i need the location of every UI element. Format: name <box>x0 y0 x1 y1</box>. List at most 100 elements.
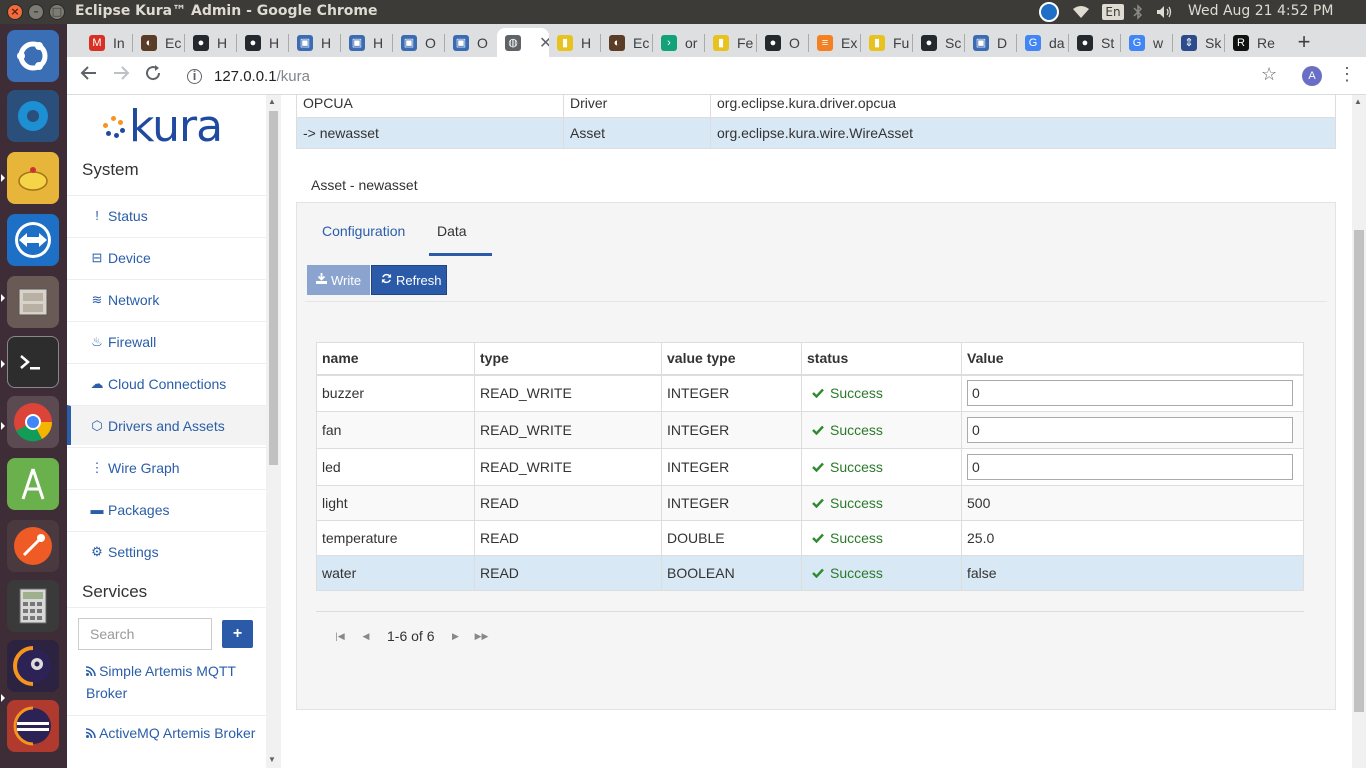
browser-tab[interactable]: ● H <box>185 28 235 57</box>
browser-tab[interactable]: ▮ Fu <box>861 28 911 57</box>
calculator-app-icon[interactable] <box>7 580 59 632</box>
table-row[interactable]: led READ_WRITE INTEGER Success <box>316 448 1304 486</box>
browser-tab[interactable]: ▣ O <box>393 28 443 57</box>
browser-tab[interactable]: ≡ Ex <box>809 28 859 57</box>
column-header-type[interactable]: type <box>474 342 662 376</box>
browser-tab[interactable]: › or <box>653 28 703 57</box>
postman-app-icon[interactable] <box>7 520 59 572</box>
browser-tab[interactable]: ▣ H <box>341 28 391 57</box>
browser-tab[interactable]: Gw <box>1121 28 1171 57</box>
tab-close-icon[interactable]: ✕ <box>539 33 549 53</box>
bluetooth-icon[interactable] <box>1130 0 1146 24</box>
browser-tab[interactable]: ▣ D <box>965 28 1015 57</box>
eclipse-settings-app-icon[interactable] <box>7 640 59 692</box>
android-studio-app-icon[interactable] <box>7 458 59 510</box>
cell-value-type: DOUBLE <box>661 520 802 556</box>
column-header-value[interactable]: Value <box>961 342 1304 376</box>
site-info-icon[interactable]: i <box>187 68 202 84</box>
sidebar-item-cloud-connections[interactable]: ☁ Cloud Connections <box>67 363 266 403</box>
browser-tab[interactable]: ⇕ Sk <box>1173 28 1223 57</box>
teamviewer-app-icon[interactable] <box>7 214 59 266</box>
bookmark-star-icon[interactable]: ☆ <box>1261 64 1277 85</box>
window-maximize-button[interactable]: □ <box>49 4 65 20</box>
asset-factory: org.eclipse.kura.driver.opcua <box>710 95 1336 118</box>
table-row[interactable]: fan READ_WRITE INTEGER Success <box>316 411 1304 449</box>
column-header-name[interactable]: name <box>316 342 475 376</box>
browser-tab[interactable]: ◐ Ec <box>133 28 183 57</box>
profile-avatar[interactable]: A <box>1302 66 1322 86</box>
scroll-down-arrow-icon[interactable]: ▼ <box>268 755 276 764</box>
value-input[interactable] <box>967 417 1293 443</box>
keyboard-layout-indicator[interactable]: En <box>1102 0 1124 24</box>
last-page-icon[interactable]: ▶▶ <box>468 631 494 642</box>
first-page-icon[interactable]: |◀ <box>327 631 353 642</box>
file-cabinet-app-icon[interactable] <box>7 276 59 328</box>
services-search-input[interactable] <box>78 618 212 650</box>
address-bar[interactable]: i 127.0.0.1/kura <box>177 60 1297 92</box>
sidebar-item-network[interactable]: ≋ Network <box>67 279 266 319</box>
browser-tab[interactable]: ● St <box>1069 28 1119 57</box>
browser-tab[interactable]: ▮ H <box>549 28 599 57</box>
chrome-app-icon[interactable] <box>7 396 59 448</box>
write-button[interactable]: Write <box>307 265 370 295</box>
new-tab-button[interactable]: + <box>1292 28 1316 56</box>
sidebar-item-wire-graph[interactable]: ⋮ Wire Graph <box>67 447 266 487</box>
genie-lamp-app-icon[interactable] <box>7 152 59 204</box>
value-input[interactable] <box>967 380 1293 407</box>
browser-tab[interactable]: ◐ Ec <box>601 28 651 57</box>
browser-tab[interactable]: ▣ H <box>289 28 339 57</box>
column-header-value-type[interactable]: value type <box>661 342 802 376</box>
service-item[interactable]: ActiveMQ Artemis Broker <box>85 723 256 745</box>
browser-tab-active[interactable]: ◍ ✕ <box>497 28 549 57</box>
ubuntu-dash-icon[interactable] <box>7 30 59 82</box>
volume-icon[interactable] <box>1154 0 1176 24</box>
scroll-up-arrow-icon[interactable]: ▲ <box>268 97 276 106</box>
sidebar-item-packages[interactable]: ▬ Packages <box>67 489 266 529</box>
browser-tab[interactable]: ▣ O <box>445 28 495 57</box>
sidebar-item-firewall[interactable]: ♨ Firewall <box>67 321 266 361</box>
table-row-selected[interactable]: water READ BOOLEAN Success false <box>316 555 1304 591</box>
service-item[interactable]: Simple Artemis MQTT Broker <box>85 661 256 703</box>
previous-page-icon[interactable]: ◀ <box>353 631 379 642</box>
browser-tab[interactable]: ● H <box>237 28 287 57</box>
window-close-button[interactable]: × <box>7 4 23 20</box>
table-row[interactable]: temperature READ DOUBLE Success 25.0 <box>316 520 1304 556</box>
wifi-icon[interactable] <box>1070 0 1092 24</box>
asset-row-selected[interactable]: -> newasset Asset org.eclipse.kura.wire.… <box>296 117 1336 149</box>
browser-tab[interactable]: ● Sc <box>913 28 963 57</box>
terminal-app-icon[interactable] <box>7 336 59 388</box>
sidebar-item-drivers-and-assets[interactable]: ⬡ Drivers and Assets <box>67 405 266 445</box>
sidebar-scrollbar-thumb[interactable] <box>269 111 278 465</box>
asset-row[interactable]: OPCUA Driver org.eclipse.kura.driver.opc… <box>296 95 1336 118</box>
tab-data[interactable]: Data <box>437 223 467 239</box>
browser-tab[interactable]: Gda <box>1017 28 1067 57</box>
teamviewer-tray-icon[interactable] <box>1038 0 1060 24</box>
browser-tab[interactable]: ● O <box>757 28 807 57</box>
scroll-up-arrow-icon[interactable]: ▲ <box>1354 97 1362 106</box>
eclipse-ide-app-icon[interactable] <box>7 700 59 752</box>
sidebar-item-settings[interactable]: ⚙ Settings <box>67 531 266 571</box>
browser-tab[interactable]: ▮ Fe <box>705 28 755 57</box>
reload-icon[interactable] <box>141 64 165 88</box>
value-input[interactable] <box>967 454 1293 480</box>
tab-configuration[interactable]: Configuration <box>322 223 405 239</box>
sidebar-item-device[interactable]: ⊟ Device <box>67 237 266 277</box>
clock[interactable]: Wed Aug 21 4:52 PM <box>1188 3 1333 19</box>
next-page-icon[interactable]: ▶ <box>442 631 468 642</box>
cell-value: false <box>961 555 1304 591</box>
page-scrollbar-thumb[interactable] <box>1354 230 1364 712</box>
column-header-status[interactable]: status <box>801 342 962 376</box>
refresh-button[interactable]: Refresh <box>371 265 447 295</box>
chrome-menu-icon[interactable]: ⋮ <box>1338 64 1356 85</box>
logo-text: kura <box>129 101 223 152</box>
browser-tab[interactable]: R Re <box>1225 28 1275 57</box>
window-minimize-button[interactable]: – <box>28 4 44 20</box>
back-arrow-icon[interactable] <box>77 64 101 88</box>
add-service-button[interactable]: + <box>222 620 253 648</box>
forward-arrow-icon[interactable] <box>109 64 133 88</box>
table-row[interactable]: light READ INTEGER Success 500 <box>316 485 1304 521</box>
aperture-app-icon[interactable] <box>7 90 59 142</box>
browser-tab[interactable]: M In <box>81 28 131 57</box>
table-row[interactable]: buzzer READ_WRITE INTEGER Success <box>316 374 1304 412</box>
sidebar-item-status[interactable]: ! Status <box>67 195 266 235</box>
